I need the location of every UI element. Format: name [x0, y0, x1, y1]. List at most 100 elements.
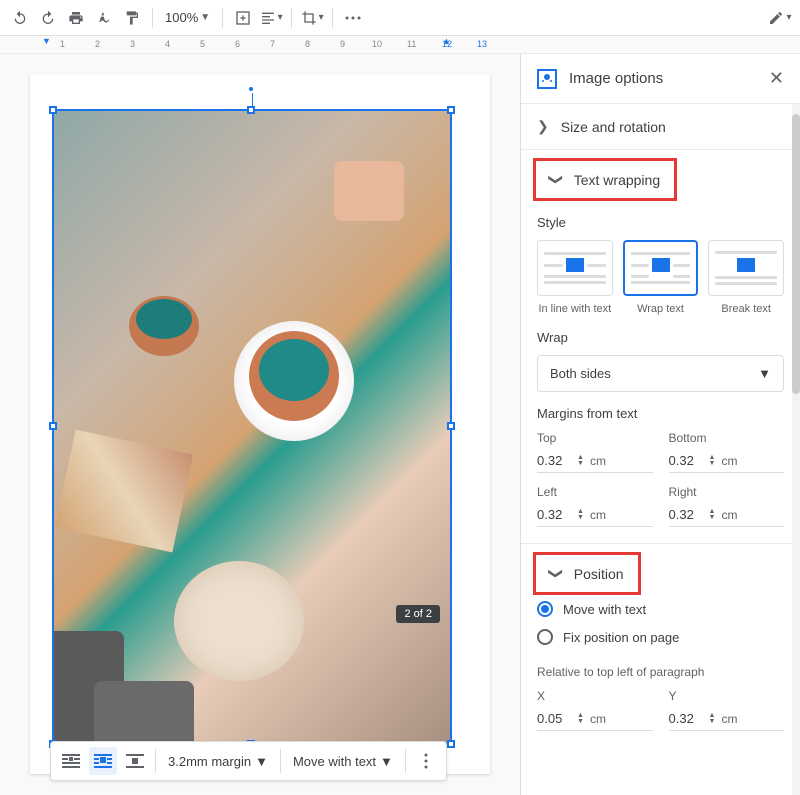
style-caption: Wrap text: [623, 302, 699, 316]
stepper[interactable]: ▲▼: [709, 713, 716, 725]
separator: [405, 749, 406, 773]
stepper[interactable]: ▲▼: [709, 455, 716, 467]
highlight-position: ❯ Position: [533, 552, 641, 595]
chevron-right-icon: ❯: [537, 118, 549, 135]
radio-icon: [537, 629, 553, 645]
wrap-value: Both sides: [550, 366, 611, 381]
rotation-handle[interactable]: [247, 85, 255, 93]
margin-top-input[interactable]: [537, 453, 577, 468]
undo-button[interactable]: [8, 6, 32, 30]
margins-grid: Top ▲▼cm Bottom ▲▼cm Left ▲▼cm Right ▲▼c…: [537, 431, 784, 527]
stepper[interactable]: ▲▼: [577, 713, 584, 725]
radio-icon: [537, 601, 553, 617]
image-layout-toolbar: 3.2mm margin▼ Move with text▼: [50, 741, 447, 781]
radio-label: Move with text: [563, 602, 646, 617]
redo-button[interactable]: [36, 6, 60, 30]
highlight-text-wrapping: ❯ Text wrapping: [533, 158, 677, 201]
section-text-wrapping: ❯ Text wrapping Style In line with text …: [521, 149, 800, 543]
sidebar-title: Image options: [569, 70, 757, 87]
field-label: Left: [537, 485, 653, 499]
close-button[interactable]: ✕: [769, 68, 784, 89]
unit: cm: [590, 712, 606, 726]
position-y-input[interactable]: [669, 711, 709, 726]
dropdown-icon: ▼: [758, 366, 771, 381]
print-button[interactable]: [64, 6, 88, 30]
position-x-input[interactable]: [537, 711, 577, 726]
section-label: Position: [574, 566, 624, 582]
section-toggle-wrap[interactable]: ❯ Text wrapping: [536, 161, 674, 198]
resize-handle-br[interactable]: [447, 740, 455, 748]
wrap-layout-button[interactable]: [89, 747, 117, 775]
spellcheck-button[interactable]: [92, 6, 116, 30]
position-y-field: Y ▲▼cm: [669, 689, 785, 731]
stepper[interactable]: ▲▼: [577, 509, 584, 521]
position-x-field: X ▲▼ cm: [537, 689, 653, 731]
stepper[interactable]: ▲▼: [577, 455, 584, 467]
radio-move-with-text[interactable]: Move with text: [537, 595, 784, 623]
add-button[interactable]: [231, 6, 255, 30]
margin-left-field: Left ▲▼cm: [537, 485, 653, 527]
rotation-line: [252, 93, 253, 107]
section-toggle-size[interactable]: ❯ Size and rotation: [521, 104, 800, 149]
resize-handle-ml[interactable]: [49, 422, 57, 430]
unit: cm: [721, 712, 737, 726]
selected-image[interactable]: 2 of 2: [52, 109, 452, 745]
style-inline[interactable]: In line with text: [537, 240, 613, 316]
scrollbar-thumb[interactable]: [792, 114, 800, 394]
inline-layout-button[interactable]: [57, 747, 85, 775]
radio-fix-position[interactable]: Fix position on page: [537, 623, 784, 651]
section-position: ❯ Position Move with text Fix position o…: [521, 543, 800, 747]
field-label: X: [537, 689, 653, 703]
image-options-sidebar: Image options ✕ ❯ Size and rotation ❯ Te…: [520, 54, 800, 795]
image-content: [54, 111, 450, 743]
zoom-dropdown[interactable]: 100%▼: [161, 10, 214, 25]
margin-right-input[interactable]: [669, 507, 709, 522]
style-wrap[interactable]: Wrap text: [623, 240, 699, 316]
style-caption: Break text: [708, 302, 784, 316]
sidebar-header: Image options ✕: [521, 54, 800, 103]
move-dropdown[interactable]: Move with text▼: [287, 754, 399, 769]
align-button[interactable]: ▾: [259, 6, 283, 30]
resize-handle-tm[interactable]: [247, 106, 255, 114]
document-canvas[interactable]: 2 of 2 3.2mm margin▼ Move with text▼: [0, 54, 520, 795]
chevron-down-icon: ❯: [547, 568, 564, 580]
margin-top-field: Top ▲▼ cm: [537, 431, 653, 473]
crop-button[interactable]: ▾: [300, 6, 324, 30]
field-label: Bottom: [669, 431, 785, 445]
section-label: Text wrapping: [574, 172, 660, 188]
relative-label: Relative to top left of paragraph: [537, 665, 784, 679]
margin-left-input[interactable]: [537, 507, 577, 522]
section-toggle-position[interactable]: ❯ Position: [536, 555, 638, 592]
margins-label: Margins from text: [537, 406, 784, 421]
break-layout-button[interactable]: [121, 747, 149, 775]
more-options-button[interactable]: [412, 747, 440, 775]
horizontal-ruler[interactable]: ▼ 12345678910111213 ▲: [0, 36, 800, 54]
margin-dropdown[interactable]: 3.2mm margin▼: [162, 754, 274, 769]
style-options: In line with text Wrap text Break text: [537, 240, 784, 316]
resize-handle-mr[interactable]: [447, 422, 455, 430]
unit: cm: [590, 454, 606, 468]
toolbar: 100%▼ ▾ ▾ ▾: [0, 0, 800, 36]
margin-bottom-input[interactable]: [669, 453, 709, 468]
separator: [155, 749, 156, 773]
more-button[interactable]: [341, 6, 365, 30]
field-label: Top: [537, 431, 653, 445]
paint-format-button[interactable]: [120, 6, 144, 30]
margin-bottom-field: Bottom ▲▼ cm: [669, 431, 785, 473]
separator: [332, 8, 333, 28]
resize-handle-tr[interactable]: [447, 106, 455, 114]
chevron-down-icon: ❯: [547, 174, 564, 186]
style-break[interactable]: Break text: [708, 240, 784, 316]
separator: [152, 8, 153, 28]
unit: cm: [721, 454, 737, 468]
resize-handle-tl[interactable]: [49, 106, 57, 114]
edit-pencil-button[interactable]: ▾: [768, 6, 792, 30]
section-size-rotation: ❯ Size and rotation: [521, 103, 800, 149]
stepper[interactable]: ▲▼: [709, 509, 716, 521]
style-caption: In line with text: [537, 302, 613, 316]
move-value: Move with text: [293, 754, 376, 769]
section-label: Size and rotation: [561, 119, 666, 135]
radio-label: Fix position on page: [563, 630, 679, 645]
zoom-value: 100%: [165, 10, 198, 25]
wrap-select[interactable]: Both sides ▼: [537, 355, 784, 392]
